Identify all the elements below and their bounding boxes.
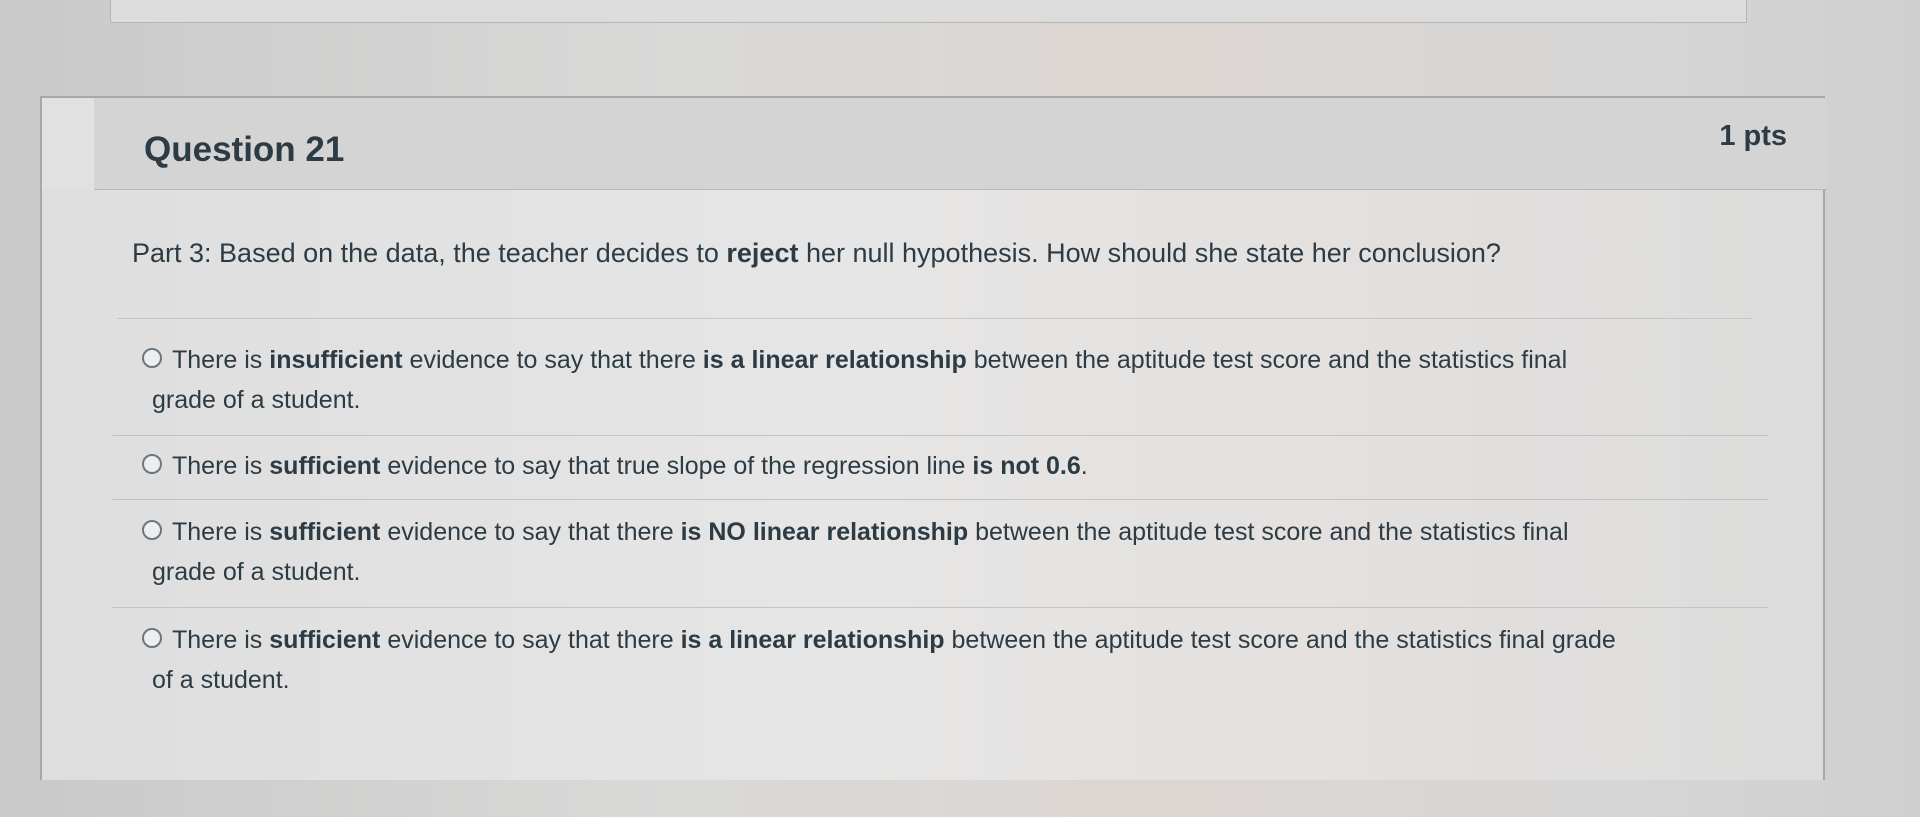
answer-text: evidence to say that true slope of the r… [380, 452, 973, 480]
question-prompt: Part 3: Based on the data, the teacher d… [132, 238, 1501, 269]
answer-label: There is sufficient evidence to say that… [172, 446, 1728, 486]
answer-text-line2: of a student. [152, 666, 290, 694]
answer-bold: sufficient [269, 518, 381, 546]
answer-text: There is [172, 626, 270, 654]
question-card: Question 21 1 pts Part 3: Based on the d… [40, 96, 1827, 780]
answer-text: between the aptitude test score and the … [968, 518, 1569, 546]
answer-text: evidence to say that there [402, 346, 703, 374]
answer-option[interactable]: There is sufficient evidence to say that… [112, 620, 1768, 716]
answers-divider [117, 318, 1753, 319]
radio-button-icon[interactable] [142, 628, 162, 648]
answer-option[interactable]: There is insufficient evidence to say th… [112, 340, 1768, 436]
answer-bold: sufficient [269, 626, 381, 654]
prompt-suffix: her null hypothesis. How should she stat… [798, 238, 1501, 268]
answer-bold: is NO linear relationship [680, 518, 969, 546]
answer-text-line2: grade of a student. [152, 386, 361, 414]
prompt-prefix: Part 3: Based on the data, the teacher d… [132, 238, 727, 268]
answer-text: There is [172, 346, 270, 374]
answer-bold: is a linear relationship [702, 346, 967, 374]
question-title: Question 21 [144, 130, 345, 169]
previous-question-box [110, 0, 1747, 23]
answer-bold: is not 0.6 [972, 452, 1081, 480]
answer-text: . [1080, 452, 1088, 480]
answer-option[interactable]: There is sufficient evidence to say that… [112, 446, 1768, 500]
radio-button-icon[interactable] [142, 454, 162, 474]
answer-text: evidence to say that there [380, 626, 681, 654]
question-points: 1 pts [1719, 120, 1787, 152]
answer-bold: is a linear relationship [680, 626, 945, 654]
radio-button-icon[interactable] [142, 520, 162, 540]
answer-text: There is [172, 518, 270, 546]
answer-bold: insufficient [269, 346, 403, 374]
answer-label: There is insufficient evidence to say th… [152, 340, 1728, 420]
answer-text: between the aptitude test score and the … [944, 626, 1616, 654]
answer-text: between the aptitude test score and the … [966, 346, 1568, 374]
prompt-bold: reject [726, 238, 799, 268]
question-body: Part 3: Based on the data, the teacher d… [42, 190, 1823, 780]
question-header: Question 21 1 pts [94, 98, 1827, 190]
answer-label: There is sufficient evidence to say that… [152, 512, 1728, 592]
answer-option[interactable]: There is sufficient evidence to say that… [112, 512, 1768, 608]
answer-text: There is [172, 452, 270, 480]
answer-label: There is sufficient evidence to say that… [152, 620, 1728, 700]
answer-bold: sufficient [269, 452, 381, 480]
answer-text-line2: grade of a student. [152, 558, 361, 586]
answer-text: evidence to say that there [380, 518, 681, 546]
radio-button-icon[interactable] [142, 348, 162, 368]
